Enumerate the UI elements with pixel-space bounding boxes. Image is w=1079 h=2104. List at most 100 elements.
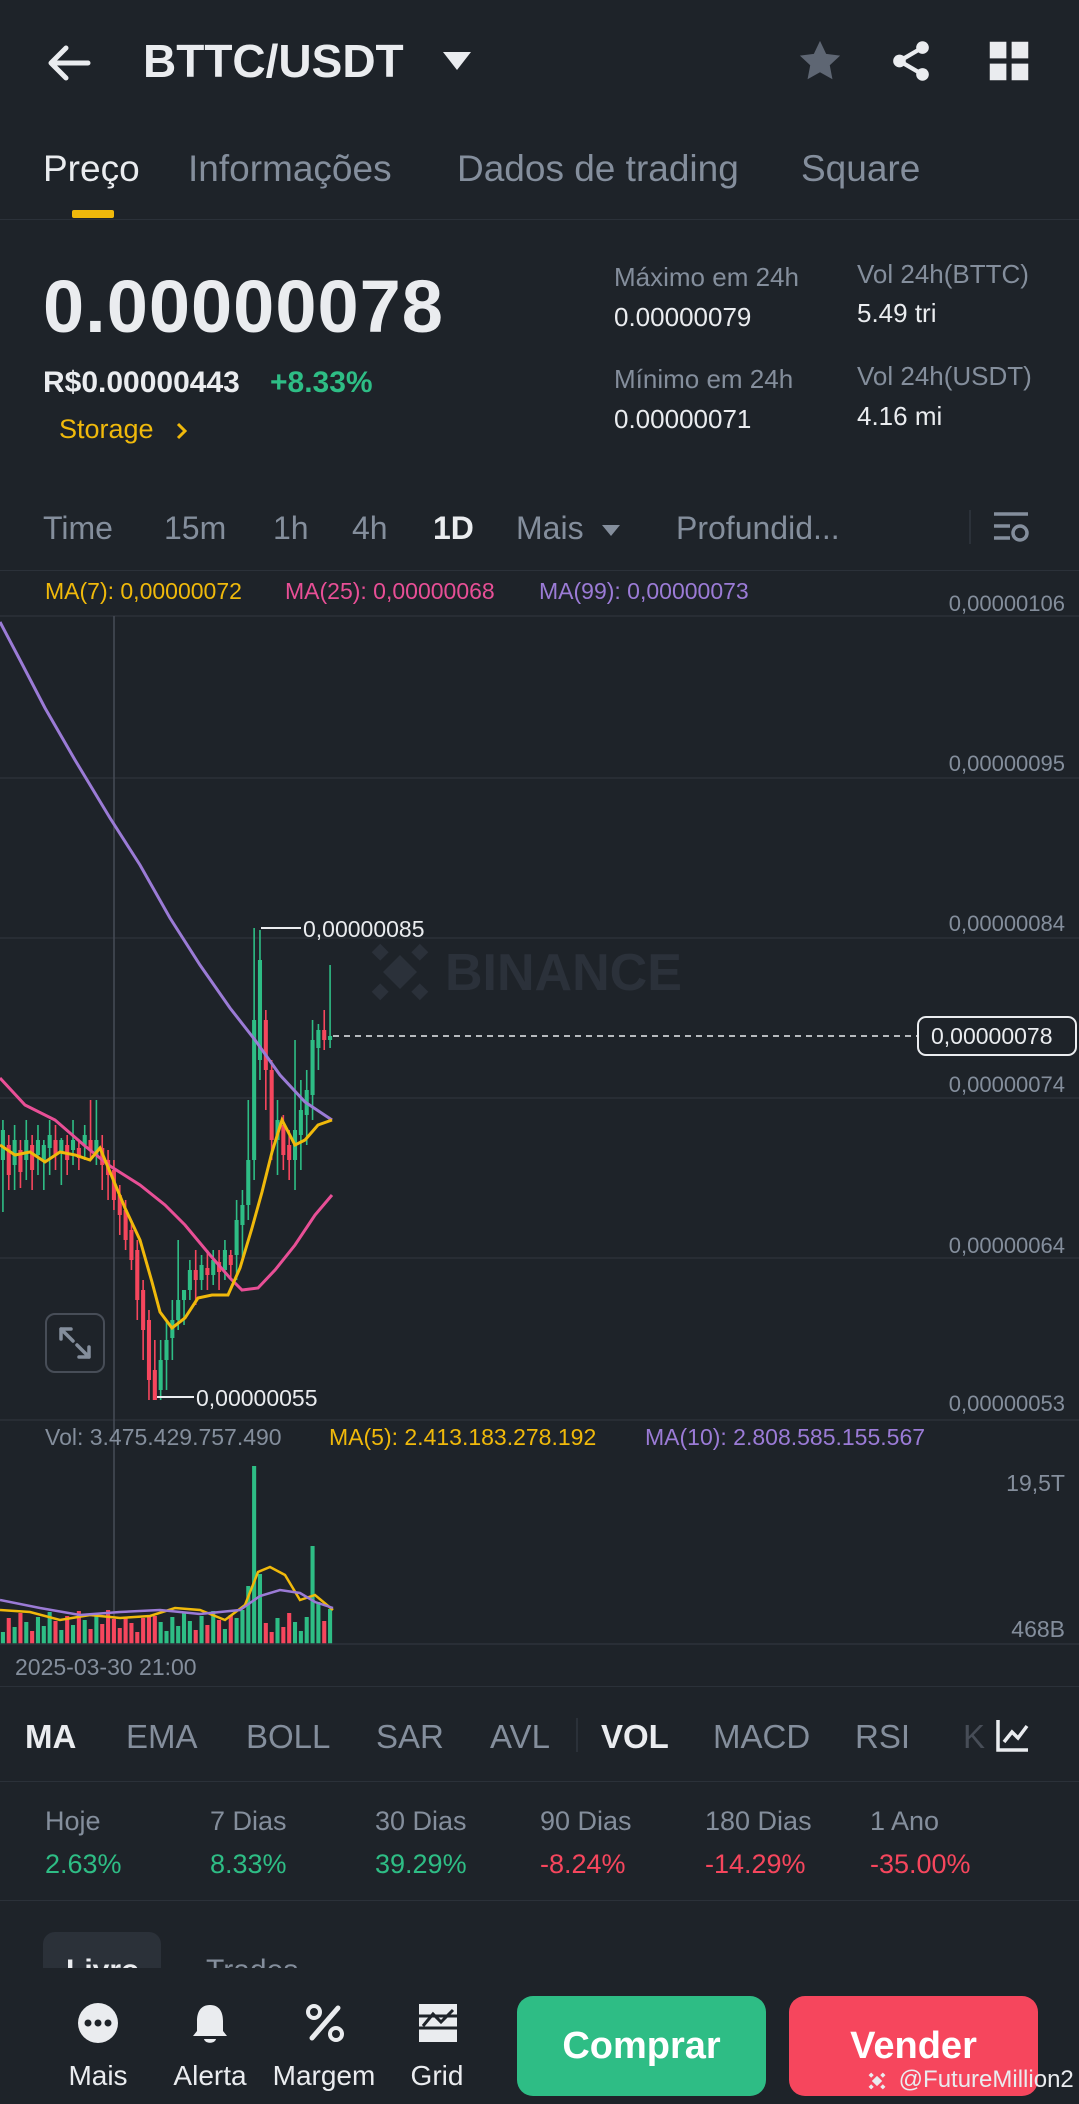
volume-bar (88, 1629, 93, 1644)
tab-preco[interactable]: Preço (43, 148, 140, 190)
chart-bottom-divider (0, 1686, 1079, 1687)
back-button[interactable] (44, 38, 94, 88)
nav-alerta-label: Alerta (173, 2060, 247, 2091)
volume-bar (176, 1626, 181, 1644)
indicator-rsi[interactable]: RSI (855, 1718, 910, 1756)
nav-grid-label: Grid (410, 2060, 464, 2091)
indicator-avl[interactable]: AVL (490, 1718, 550, 1756)
candle-body (146, 1320, 152, 1380)
indicator-divider (576, 1718, 578, 1752)
volume-bar (263, 1623, 268, 1644)
buy-button[interactable]: Comprar (517, 1996, 766, 2096)
grid-bot-icon (419, 2004, 457, 2042)
volume-bar (193, 1630, 198, 1644)
expand-chart-button[interactable] (45, 1313, 105, 1373)
intervals-divider (0, 570, 1079, 571)
volume-bar (287, 1613, 292, 1644)
vol-quote-label: Vol 24h(USDT) (857, 361, 1032, 391)
indicator-macd[interactable]: MACD (713, 1718, 810, 1756)
share-button[interactable] (888, 38, 934, 84)
price-axis-label: 0,00000074 (948, 1072, 1065, 1097)
indicator-ma[interactable]: MA (25, 1718, 76, 1756)
tab-indicator (72, 210, 114, 218)
fiat-price: R$0.00000443 (43, 366, 240, 399)
interval-divider (969, 510, 971, 544)
tab-dados-trading[interactable]: Dados de trading (457, 148, 739, 190)
indicator-k[interactable]: K (963, 1718, 985, 1756)
volume-bar (158, 1622, 163, 1644)
volume-bar (41, 1626, 46, 1644)
volume-bar (24, 1622, 29, 1644)
storage-tag[interactable]: Storage (59, 414, 189, 445)
pair-selector[interactable] (443, 52, 471, 70)
volume-bar (6, 1618, 11, 1644)
candle-body (228, 1255, 233, 1265)
price-axis-label: 0,00000053 (948, 1391, 1065, 1416)
user-watermark-text: @FutureMillion2 (898, 2066, 1074, 2093)
volume-bar (18, 1613, 23, 1644)
share-icon (893, 41, 929, 81)
candle-body (199, 1265, 204, 1280)
nav-margem-label: Margem (272, 2060, 376, 2091)
vol-legend: Vol: 3.475.429.757.490 (45, 1424, 282, 1450)
chart-settings-button[interactable] (992, 508, 1030, 546)
high-24h-label: Máximo em 24h (614, 262, 799, 292)
interval-more[interactable]: Mais (516, 510, 621, 547)
price-gridlines (0, 615, 1079, 1645)
indicator-vol[interactable]: VOL (601, 1718, 669, 1756)
tab-livro[interactable]: Livro (43, 1932, 161, 1968)
price-axis-label: 0,00000106 (948, 591, 1065, 616)
indicator-settings-button[interactable] (994, 1716, 1032, 1754)
volume-bar (82, 1620, 87, 1644)
vol-ma10-line (0, 1588, 334, 1617)
candle-body (263, 1020, 268, 1070)
volume-bar (292, 1622, 298, 1644)
favorite-button[interactable] (797, 38, 843, 84)
candle-body (135, 1250, 140, 1300)
price-change: +8.33% (270, 366, 373, 399)
volume-bar (146, 1616, 152, 1644)
crosshair-time: 2025-03-30 21:00 (15, 1654, 197, 1680)
pair-title[interactable]: BTTC/USDT (143, 34, 404, 88)
interval-1h[interactable]: 1h (273, 510, 309, 547)
vol-base-label: Vol 24h(BTTC) (857, 259, 1029, 289)
low-marker-label: 0,00000055 (196, 1385, 318, 1411)
volume-bar (117, 1628, 122, 1644)
perf-value-90d: -8.24% (540, 1849, 626, 1879)
perf-value-1y: -35.00% (870, 1849, 971, 1879)
nav-mais-label: Mais (68, 2060, 128, 2091)
indicator-ema[interactable]: EMA (126, 1718, 198, 1756)
volume-bar (59, 1630, 64, 1644)
candle-body (316, 1030, 321, 1048)
volume-bar (170, 1617, 175, 1644)
candle-body (70, 1140, 76, 1150)
candle-body (47, 1135, 52, 1148)
volume-bar (70, 1625, 76, 1644)
candle-body (287, 1145, 292, 1160)
candle-body (234, 1220, 239, 1255)
tab-trades[interactable]: Trades (206, 1954, 298, 1968)
candle-body (35, 1140, 41, 1155)
indicator-sar[interactable]: SAR (376, 1718, 444, 1756)
candle-body (129, 1230, 134, 1260)
volume-bar (298, 1631, 303, 1644)
volume-bar (304, 1617, 309, 1644)
volume-bar (106, 1610, 111, 1644)
volume-bar (181, 1612, 187, 1644)
interval-time[interactable]: Time (43, 510, 113, 547)
candle-body (59, 1140, 64, 1152)
chart-settings-icon (994, 512, 1029, 542)
indicator-boll[interactable]: BOLL (246, 1718, 330, 1756)
interval-depth[interactable]: Profundid... (676, 510, 840, 547)
layout-button[interactable] (988, 40, 1030, 82)
bell-icon (193, 2005, 227, 2043)
interval-4h[interactable]: 4h (352, 510, 388, 547)
interval-1d[interactable]: 1D (433, 510, 474, 547)
tab-informacoes[interactable]: Informações (188, 148, 392, 190)
book-tabs: Livro Trades (0, 1930, 1079, 1968)
candlestick-chart[interactable]: BINANCE 0,00000085 0,00000055 0,00000078 (0, 600, 1079, 1690)
interval-15m[interactable]: 15m (164, 510, 226, 547)
tab-square[interactable]: Square (801, 148, 920, 190)
last-price: 0.00000078 (43, 265, 444, 348)
low-marker: 0,00000055 (157, 1385, 318, 1411)
